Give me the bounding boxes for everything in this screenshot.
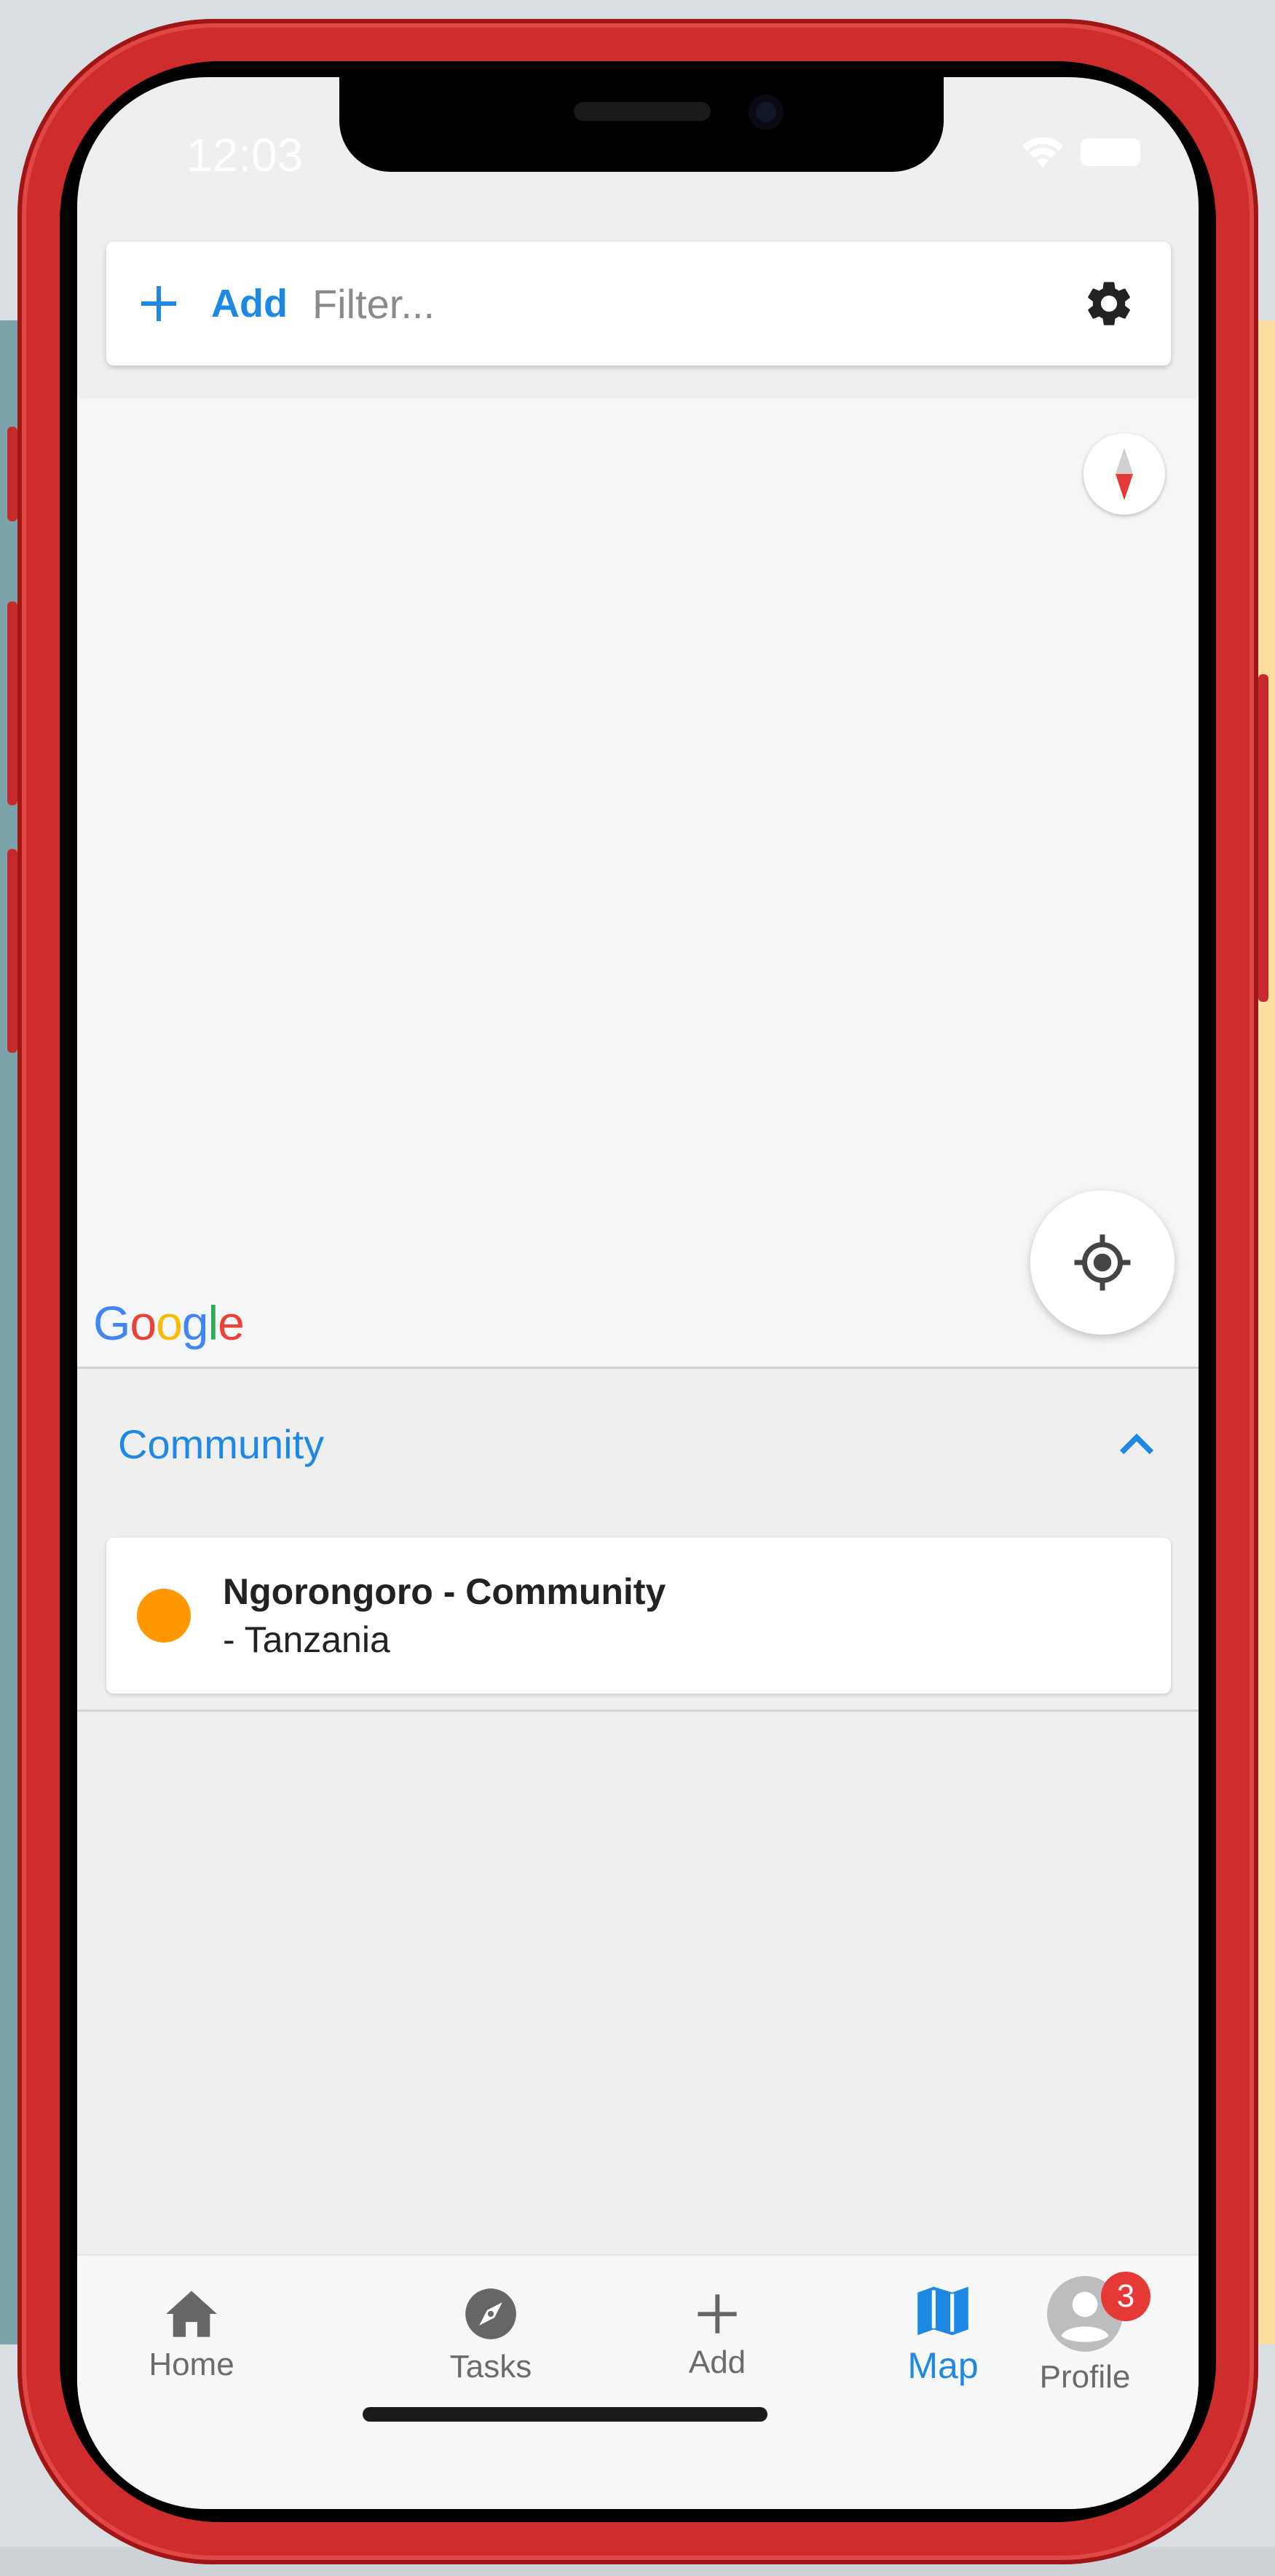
status-dot xyxy=(137,1589,191,1643)
home-icon xyxy=(166,2291,217,2337)
mute-switch xyxy=(7,427,17,521)
site-country: - Tanzania xyxy=(223,1619,390,1660)
volume-down-button xyxy=(7,849,17,1053)
settings-button[interactable] xyxy=(1076,271,1142,336)
crosshair-icon xyxy=(1074,1234,1131,1291)
tab-label: Map xyxy=(907,2345,979,2386)
gear-icon xyxy=(1088,282,1130,325)
plus-icon xyxy=(698,2294,737,2334)
volume-up-button xyxy=(7,601,17,805)
tab-label: Home xyxy=(149,2347,234,2382)
tab-tasks[interactable]: Tasks xyxy=(378,2256,604,2416)
site-name: Ngorongoro - Community xyxy=(223,1571,666,1612)
notch xyxy=(339,77,944,172)
status-icons xyxy=(1021,135,1140,169)
tab-add[interactable]: Add xyxy=(604,2256,830,2416)
speaker-grill xyxy=(574,102,711,121)
filter-input[interactable] xyxy=(310,279,1076,328)
tab-label: Profile xyxy=(1039,2359,1131,2395)
notification-badge: 3 xyxy=(1101,2272,1150,2321)
google-logo: Google xyxy=(93,1296,245,1350)
chevron-up-icon[interactable] xyxy=(1111,1418,1162,1469)
tab-home[interactable]: Home xyxy=(79,2256,304,2416)
power-button xyxy=(1258,674,1268,1002)
plus-icon[interactable] xyxy=(137,282,181,325)
list-item[interactable]: Ngorongoro - Community - Tanzania xyxy=(106,1538,1171,1694)
wifi-icon xyxy=(1022,137,1063,167)
map-icon xyxy=(917,2286,968,2336)
app-screen: 12:03 Add Filter... Google Community Ngo… xyxy=(77,77,1199,2509)
add-button[interactable]: Add xyxy=(211,281,288,326)
battery-icon xyxy=(1081,138,1140,166)
compass-needle-icon xyxy=(1116,448,1133,500)
list-item-text: Ngorongoro - Community - Tanzania xyxy=(223,1571,666,1661)
community-section-header[interactable]: Community xyxy=(77,1369,1199,1519)
divider xyxy=(77,1710,1199,1712)
section-title: Community xyxy=(118,1421,325,1467)
status-time: 12:03 xyxy=(186,129,304,181)
map-view[interactable]: Google xyxy=(77,398,1199,1369)
tab-profile[interactable]: Profile 3 xyxy=(971,2256,1199,2416)
tab-label: Add xyxy=(688,2344,746,2380)
my-location-button[interactable] xyxy=(1030,1190,1175,1335)
front-camera xyxy=(749,95,783,130)
home-indicator xyxy=(363,2407,767,2422)
tab-label: Tasks xyxy=(449,2349,532,2385)
search-bar: Add xyxy=(106,242,1171,366)
map-compass-button[interactable] xyxy=(1083,433,1165,515)
compass-icon xyxy=(465,2288,516,2339)
bottom-tab-bar: Home Tasks Add Map Profile 3 xyxy=(77,2254,1199,2509)
